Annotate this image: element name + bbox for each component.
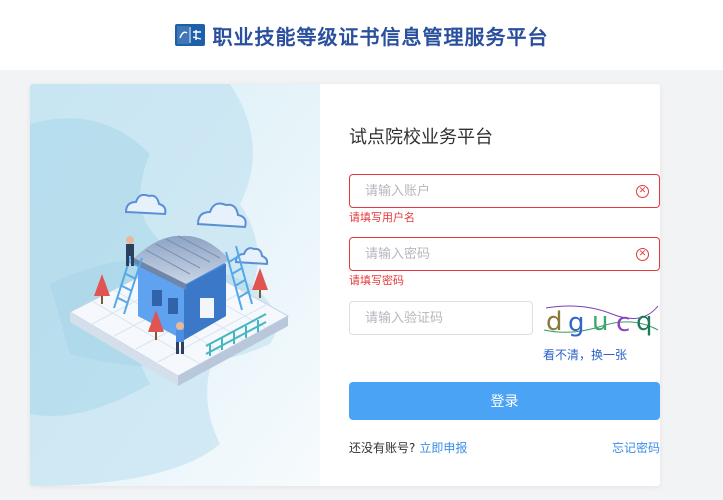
svg-text:u: u: [592, 307, 608, 337]
captcha-image[interactable]: d g u c q: [542, 300, 660, 340]
account-field: ✕: [349, 174, 660, 208]
clear-icon[interactable]: ✕: [636, 248, 649, 261]
login-card: 试点院校业务平台 ✕ 请填写用户名 ✕ 请填写密码 d g u c q: [30, 84, 660, 486]
refresh-captcha-link[interactable]: 看不清，换一张: [543, 346, 627, 363]
site-title: 职业技能等级证书信息管理服务平台: [212, 24, 549, 49]
svg-text:q: q: [636, 307, 653, 337]
form-title: 试点院校业务平台: [349, 127, 493, 148]
svg-text:d: d: [546, 307, 563, 337]
bottom-links: 还没有账号? 立即申报 忘记密码: [349, 439, 660, 455]
login-button[interactable]: 登录: [349, 382, 660, 420]
password-input[interactable]: [350, 238, 659, 270]
site-header: 职业技能等级证书信息管理服务平台: [0, 0, 723, 70]
book-logo-icon: [174, 24, 205, 46]
register-link[interactable]: 立即申报: [419, 441, 467, 455]
login-form: 试点院校业务平台 ✕ 请填写用户名 ✕ 请填写密码 d g u c q: [349, 84, 660, 486]
password-field: ✕: [349, 237, 660, 271]
forgot-password-link[interactable]: 忘记密码: [612, 439, 660, 456]
captcha-field: [349, 301, 533, 335]
no-account-text: 还没有账号?: [349, 441, 416, 455]
captcha-input[interactable]: [350, 302, 532, 334]
svg-text:c: c: [616, 308, 630, 338]
account-error: 请填写用户名: [349, 211, 415, 224]
isometric-school-illustration: [30, 84, 320, 486]
svg-text:g: g: [568, 308, 585, 338]
account-input[interactable]: [350, 175, 659, 207]
clear-icon[interactable]: ✕: [636, 185, 649, 198]
password-error: 请填写密码: [349, 274, 404, 287]
